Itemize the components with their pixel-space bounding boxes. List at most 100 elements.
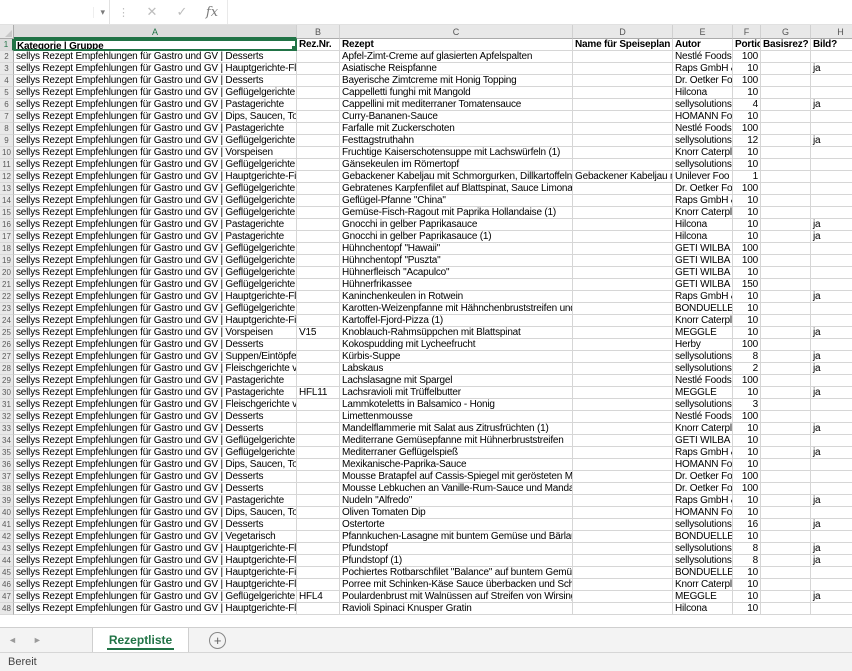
row-header-38[interactable]: 38 xyxy=(0,483,14,495)
cell-h-35[interactable]: ja xyxy=(811,447,852,459)
row-header-39[interactable]: 39 xyxy=(0,495,14,507)
cell-h-26[interactable] xyxy=(811,339,852,351)
cell-a-22[interactable]: sellys Rezept Empfehlungen für Gastro un… xyxy=(14,291,297,303)
cell-b-45[interactable] xyxy=(297,567,340,579)
cell-c-4[interactable]: Bayerische Zimtcreme mit Honig Topping xyxy=(340,75,573,87)
cell-a-6[interactable]: sellys Rezept Empfehlungen für Gastro un… xyxy=(14,99,297,111)
row-header-31[interactable]: 31 xyxy=(0,399,14,411)
cell-f-10[interactable]: 10 xyxy=(733,147,761,159)
cell-f-22[interactable]: 10 xyxy=(733,291,761,303)
cell-c-39[interactable]: Nudeln "Alfredo" xyxy=(340,495,573,507)
cell-a-27[interactable]: sellys Rezept Empfehlungen für Gastro un… xyxy=(14,351,297,363)
cell-a-10[interactable]: sellys Rezept Empfehlungen für Gastro un… xyxy=(14,147,297,159)
row-header-14[interactable]: 14 xyxy=(0,195,14,207)
cell-a-41[interactable]: sellys Rezept Empfehlungen für Gastro un… xyxy=(14,519,297,531)
cell-b-34[interactable] xyxy=(297,435,340,447)
column-header-f[interactable]: F xyxy=(733,25,761,39)
cell-e-34[interactable]: GETI WILBA xyxy=(673,435,733,447)
cell-c-47[interactable]: Poulardenbrust mit Walnüssen auf Streife… xyxy=(340,591,573,603)
row-header-37[interactable]: 37 xyxy=(0,471,14,483)
cell-d-16[interactable] xyxy=(573,219,673,231)
cell-d-6[interactable] xyxy=(573,99,673,111)
cell-h-8[interactable] xyxy=(811,123,852,135)
cell-d-30[interactable] xyxy=(573,387,673,399)
cell-e-7[interactable]: HOMANN Fo xyxy=(673,111,733,123)
cell-g-47[interactable] xyxy=(761,591,811,603)
cell-b-41[interactable] xyxy=(297,519,340,531)
cell-f-12[interactable]: 1 xyxy=(733,171,761,183)
cell-a-28[interactable]: sellys Rezept Empfehlungen für Gastro un… xyxy=(14,363,297,375)
cell-h-12[interactable] xyxy=(811,171,852,183)
cell-g-37[interactable] xyxy=(761,471,811,483)
cell-a-35[interactable]: sellys Rezept Empfehlungen für Gastro un… xyxy=(14,447,297,459)
cell-d-11[interactable] xyxy=(573,159,673,171)
cell-h-40[interactable] xyxy=(811,507,852,519)
cell-c-38[interactable]: Mousse Lebkuchen an Vanille-Rum-Sauce un… xyxy=(340,483,573,495)
cell-d-25[interactable] xyxy=(573,327,673,339)
cell-d-15[interactable] xyxy=(573,207,673,219)
cell-h-18[interactable] xyxy=(811,243,852,255)
cell-h-7[interactable] xyxy=(811,111,852,123)
cell-c-21[interactable]: Hühnerfrikassee xyxy=(340,279,573,291)
row-header-11[interactable]: 11 xyxy=(0,159,14,171)
cell-g-40[interactable] xyxy=(761,507,811,519)
cell-a-16[interactable]: sellys Rezept Empfehlungen für Gastro un… xyxy=(14,219,297,231)
cell-e-36[interactable]: HOMANN Fo xyxy=(673,459,733,471)
cell-g-27[interactable] xyxy=(761,351,811,363)
cell-h-46[interactable] xyxy=(811,579,852,591)
cell-f-23[interactable]: 10 xyxy=(733,303,761,315)
cell-b-27[interactable] xyxy=(297,351,340,363)
cell-g-7[interactable] xyxy=(761,111,811,123)
cell-g-29[interactable] xyxy=(761,375,811,387)
cell-g-35[interactable] xyxy=(761,447,811,459)
cell-c1[interactable]: Rezept xyxy=(340,39,573,51)
cell-b-32[interactable] xyxy=(297,411,340,423)
cell-c-5[interactable]: Cappelletti funghi mit Mangold xyxy=(340,87,573,99)
column-header-c[interactable]: C xyxy=(340,25,573,39)
cell-g-4[interactable] xyxy=(761,75,811,87)
cell-d-36[interactable] xyxy=(573,459,673,471)
row-header-16[interactable]: 16 xyxy=(0,219,14,231)
cell-g-38[interactable] xyxy=(761,483,811,495)
row-header-25[interactable]: 25 xyxy=(0,327,14,339)
cell-h-45[interactable] xyxy=(811,567,852,579)
cell-d-4[interactable] xyxy=(573,75,673,87)
cell-b-29[interactable] xyxy=(297,375,340,387)
cell-e-48[interactable]: Hilcona xyxy=(673,603,733,615)
cell-h-11[interactable] xyxy=(811,159,852,171)
cell-d-27[interactable] xyxy=(573,351,673,363)
cell-g-23[interactable] xyxy=(761,303,811,315)
cell-f-15[interactable]: 10 xyxy=(733,207,761,219)
cell-h-15[interactable] xyxy=(811,207,852,219)
cell-d-14[interactable] xyxy=(573,195,673,207)
row-header-43[interactable]: 43 xyxy=(0,543,14,555)
cell-a-13[interactable]: sellys Rezept Empfehlungen für Gastro un… xyxy=(14,183,297,195)
cell-f-9[interactable]: 12 xyxy=(733,135,761,147)
cell-d-33[interactable] xyxy=(573,423,673,435)
cell-e-32[interactable]: Nestlé Foods xyxy=(673,411,733,423)
cell-d-44[interactable] xyxy=(573,555,673,567)
cell-e-33[interactable]: Knorr Caterpl xyxy=(673,423,733,435)
row-header-22[interactable]: 22 xyxy=(0,291,14,303)
cell-c-20[interactable]: Hühnerfleisch "Acapulco" xyxy=(340,267,573,279)
row-header-26[interactable]: 26 xyxy=(0,339,14,351)
cell-e-14[interactable]: Raps GmbH & xyxy=(673,195,733,207)
cell-a-33[interactable]: sellys Rezept Empfehlungen für Gastro un… xyxy=(14,423,297,435)
row-header-42[interactable]: 42 xyxy=(0,531,14,543)
cell-h-47[interactable]: ja xyxy=(811,591,852,603)
cell-b-36[interactable] xyxy=(297,459,340,471)
cell-b-26[interactable] xyxy=(297,339,340,351)
cell-g-43[interactable] xyxy=(761,543,811,555)
cell-f-26[interactable]: 100 xyxy=(733,339,761,351)
cell-d-3[interactable] xyxy=(573,63,673,75)
cell-a-12[interactable]: sellys Rezept Empfehlungen für Gastro un… xyxy=(14,171,297,183)
cell-g-5[interactable] xyxy=(761,87,811,99)
cell-e-31[interactable]: sellysolutions xyxy=(673,399,733,411)
cell-a-45[interactable]: sellys Rezept Empfehlungen für Gastro un… xyxy=(14,567,297,579)
row-header-33[interactable]: 33 xyxy=(0,423,14,435)
row-header-9[interactable]: 9 xyxy=(0,135,14,147)
cell-e-4[interactable]: Dr. Oetker Fo xyxy=(673,75,733,87)
cell-c-11[interactable]: Gänsekeulen im Römertopf xyxy=(340,159,573,171)
cell-e-5[interactable]: Hilcona xyxy=(673,87,733,99)
cell-d-37[interactable] xyxy=(573,471,673,483)
